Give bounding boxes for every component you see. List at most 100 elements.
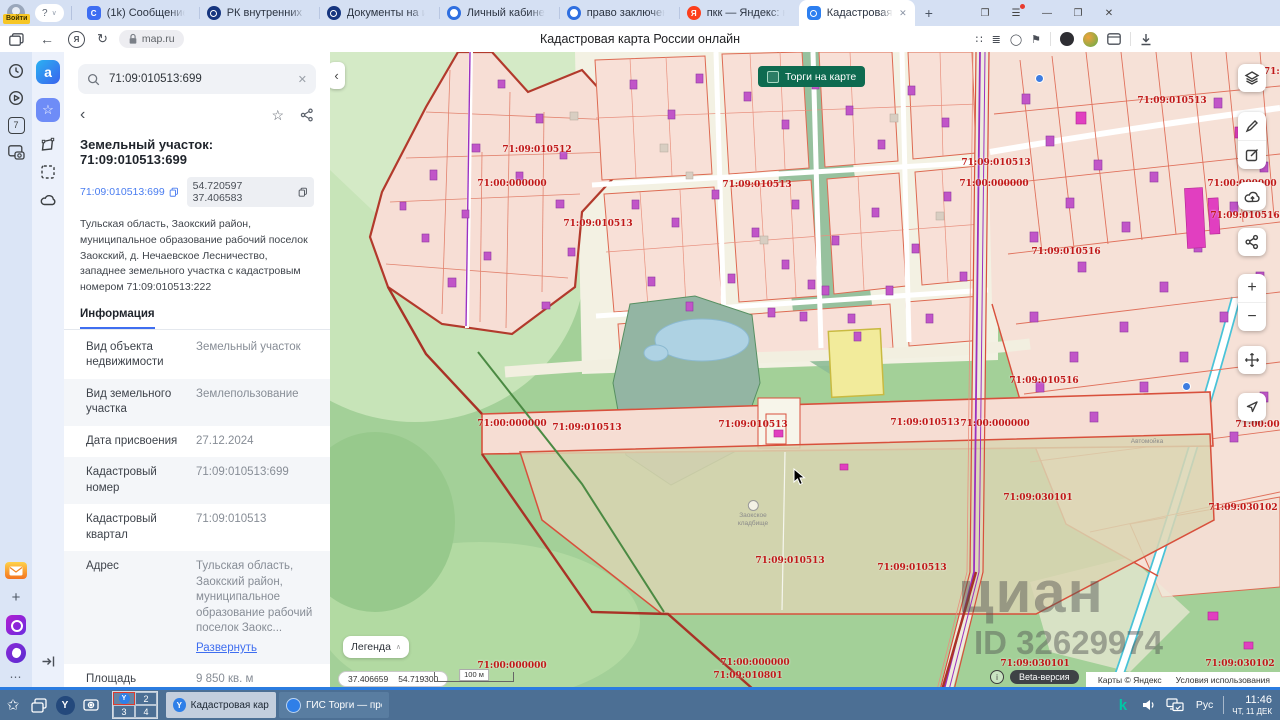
dark-extension-icon[interactable]	[1060, 32, 1074, 46]
screen: Войти ? ∨ C (1k) Сообщение РК внутренних…	[0, 0, 1280, 720]
language-indicator[interactable]: Рус	[1196, 699, 1213, 711]
cadastral-label: 71:09:010513	[890, 418, 959, 428]
alice-vision-icon[interactable]	[6, 615, 26, 635]
locate-control[interactable]	[1238, 393, 1266, 421]
refresh-icon[interactable]: ↻	[97, 31, 108, 47]
cadastral-map[interactable]: 71:09:010512 71:00:000000 71:09:010513 7…	[330, 52, 1280, 690]
start-star-icon[interactable]: ✩	[0, 696, 26, 714]
app-logo[interactable]: a	[36, 60, 60, 84]
video-icon[interactable]	[7, 89, 25, 107]
expand-link[interactable]: Развернуть	[196, 641, 257, 657]
workspace-seven-icon[interactable]: 7	[7, 116, 25, 134]
coordinates-chip[interactable]: 54.720597 37.406583	[187, 177, 314, 207]
tab-docs-execution[interactable]: Документы на исполнен	[319, 0, 439, 26]
layers-control[interactable]	[1238, 64, 1266, 92]
poi-carwash: Автомойка	[1131, 438, 1163, 446]
poi-marker-icon[interactable]	[1182, 382, 1191, 391]
wallet-icon[interactable]	[1107, 33, 1121, 45]
clock[interactable]: 11:46 ЧТ, 11 ДЕК	[1232, 694, 1272, 716]
legend-button[interactable]: Легенда ∧	[343, 636, 409, 658]
history-icon[interactable]	[7, 62, 25, 80]
folder-eye-icon[interactable]	[78, 698, 104, 712]
yandex-browser-icon[interactable]: Y	[52, 696, 78, 715]
cloud-icon[interactable]	[39, 190, 57, 208]
upload-control[interactable]	[1238, 182, 1266, 210]
reading-list-icon[interactable]: ≣	[992, 33, 1001, 46]
poi-marker-icon[interactable]	[1035, 74, 1044, 83]
back-icon[interactable]: ←	[40, 31, 54, 47]
new-tab-button[interactable]: +	[925, 5, 933, 21]
zoom-in-button[interactable]: +	[1238, 274, 1266, 302]
more-dots-icon[interactable]: ⋯	[10, 670, 23, 684]
tab-information[interactable]: Информация	[80, 308, 155, 329]
tiles-icon[interactable]: ∷	[976, 33, 983, 46]
share-map-icon[interactable]	[1238, 228, 1266, 256]
task-gis-torgi[interactable]: ГИС Торги — прод...	[279, 692, 389, 718]
tab-messenger[interactable]: C (1k) Сообщение	[79, 0, 199, 26]
select-area-icon[interactable]	[39, 163, 57, 181]
tab-panel-icon[interactable]: ❐	[978, 6, 992, 20]
layers-icon[interactable]	[1238, 64, 1266, 92]
mail-icon[interactable]	[5, 562, 27, 579]
display-settings-icon[interactable]	[1162, 698, 1188, 713]
address-bar[interactable]: map.ru	[119, 30, 184, 48]
collapse-sidebar-button[interactable]: ‹	[330, 62, 345, 89]
yandex-services-icon[interactable]: Я	[68, 31, 85, 48]
restore-button[interactable]: ❐	[1071, 6, 1085, 20]
add-panel-icon[interactable]: +	[7, 588, 25, 606]
torgi-map-toggle[interactable]: Торги на карте	[758, 66, 865, 87]
circle-ext-icon[interactable]: ◯	[1010, 33, 1022, 46]
collapse-panel-icon[interactable]	[39, 652, 57, 670]
workspace-4[interactable]: 4	[135, 705, 157, 718]
bookmark-flag-icon[interactable]: ⚑	[1031, 33, 1041, 46]
clear-search-icon[interactable]: ✕	[298, 73, 307, 86]
extension-avatar-icon[interactable]	[1083, 32, 1098, 47]
measure-icon[interactable]	[1238, 112, 1266, 140]
share-icon[interactable]	[300, 108, 314, 122]
address-value: Тульская область, Заокский район, муници…	[196, 560, 312, 634]
info-icon[interactable]: i	[990, 670, 1004, 684]
tab-rk-docs[interactable]: РК внутренних докумен	[199, 0, 319, 26]
volume-icon[interactable]	[1136, 698, 1162, 712]
tab-personal-account[interactable]: Личный кабинет	[439, 0, 559, 26]
task-cadastral-map[interactable]: Y Кадастровая кар...	[166, 692, 276, 718]
close-button[interactable]: ✕	[1102, 6, 1116, 20]
workspace-1-active[interactable]: Y	[113, 692, 135, 705]
favorite-star-icon[interactable]: ☆	[271, 107, 284, 124]
zoom-out-button[interactable]: −	[1238, 302, 1266, 331]
edit-icon[interactable]	[1238, 140, 1266, 169]
polygon-tool-icon[interactable]	[39, 136, 57, 154]
screenshot-icon[interactable]	[7, 143, 25, 161]
share-control[interactable]	[1238, 228, 1266, 256]
locate-icon[interactable]	[1238, 393, 1266, 421]
tab-yandex-search[interactable]: Я пкк — Яндекс: нашлось	[679, 0, 799, 26]
pan-control[interactable]	[1238, 346, 1266, 374]
minimize-button[interactable]: —	[1040, 6, 1054, 20]
cadastral-label: 71:09:010513	[563, 219, 632, 229]
browser-menu-icon[interactable]: ☰	[1009, 6, 1023, 20]
windows-cascade-icon[interactable]	[26, 698, 52, 713]
favorites-button-active[interactable]: ☆	[36, 98, 60, 122]
tab-cadastral-map-active[interactable]: Кадастровая карта Ро ✕	[799, 0, 915, 26]
back-chevron-icon[interactable]: ‹	[80, 106, 85, 124]
copy-icon[interactable]	[169, 187, 179, 197]
checkbox-icon[interactable]	[767, 71, 779, 83]
move-icon[interactable]	[1238, 346, 1266, 374]
tab-contract-right[interactable]: право заключения догов	[559, 0, 679, 26]
alice-icon[interactable]	[6, 643, 26, 663]
credits-text: Карты © Яндекс	[1098, 675, 1162, 685]
download-icon[interactable]	[1140, 33, 1152, 46]
search-input[interactable]	[107, 72, 291, 86]
tab-close-icon[interactable]: ✕	[899, 8, 907, 19]
terms-link[interactable]: Условия использования	[1176, 675, 1270, 685]
sidebar-panels-icon[interactable]	[9, 33, 24, 46]
tab-label: РК внутренних докумен	[227, 7, 305, 19]
workspace-2[interactable]: 2	[135, 692, 157, 705]
workspace-3[interactable]: 3	[113, 705, 135, 718]
kontur-icon[interactable]: k	[1110, 697, 1136, 714]
profile-menu-button[interactable]: ? ∨	[35, 4, 64, 22]
cloud-upload-icon[interactable]	[1238, 182, 1266, 210]
cadastral-number-link[interactable]: 71:09:010513:699	[80, 186, 179, 198]
copy-icon[interactable]	[298, 187, 308, 197]
login-badge[interactable]: Войти	[3, 14, 30, 24]
